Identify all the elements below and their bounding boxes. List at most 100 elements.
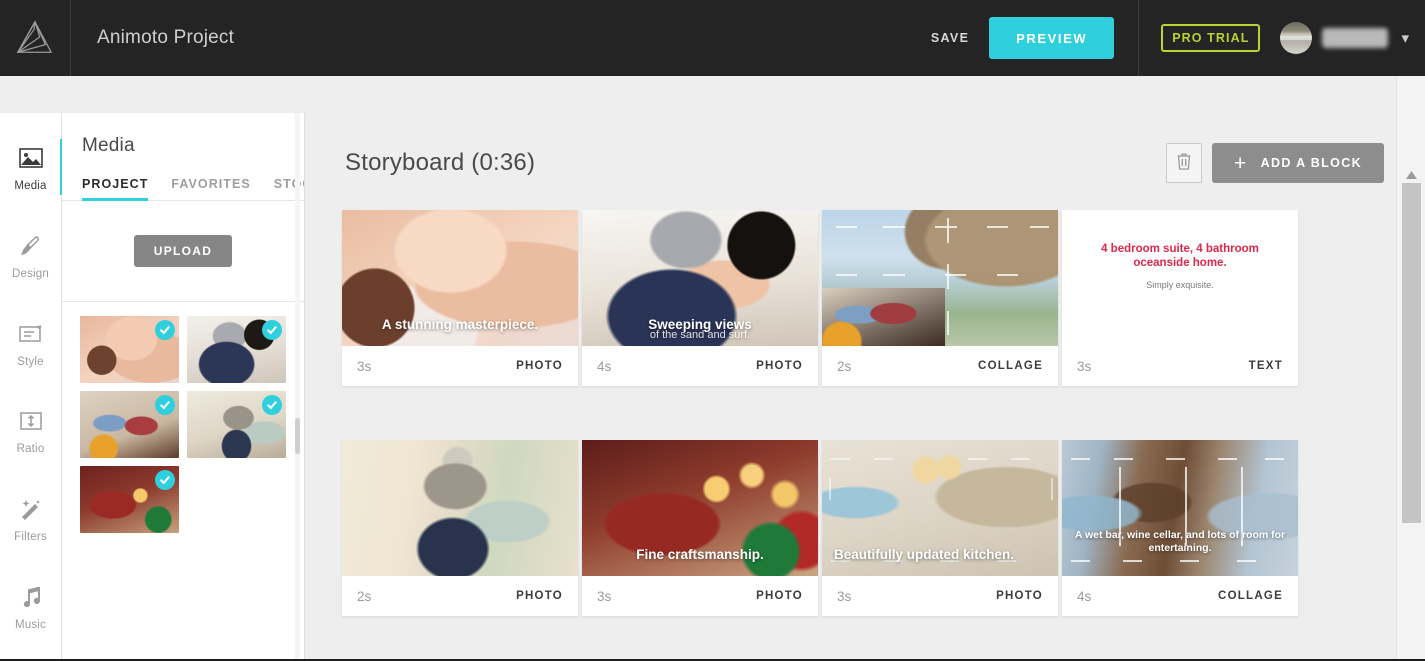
music-note-icon <box>20 582 42 612</box>
card-caption: A wet bar, wine cellar, and lots of room… <box>1074 529 1286 554</box>
add-a-block-label: ADD A BLOCK <box>1260 156 1362 170</box>
card-footer: 4s PHOTO <box>582 346 818 386</box>
image-icon <box>18 143 43 173</box>
upload-section: UPLOAD <box>62 201 304 302</box>
card-type: COLLAGE <box>978 360 1043 372</box>
animoto-editor: Animoto Project SAVE PREVIEW PRO TRIAL ▾ <box>0 0 1425 661</box>
checkmark-icon <box>262 320 282 340</box>
storyboard-card[interactable]: A wet bar, wine cellar, and lots of room… <box>1062 440 1298 616</box>
sidebar-item-label: Media <box>14 180 47 193</box>
card-subcaption: Simply exquisite. <box>1146 280 1214 290</box>
sidebar-item-label: Style <box>17 355 44 368</box>
card-preview: Beautifully updated kitchen. <box>822 440 1058 576</box>
sidebar-item-music[interactable]: Music <box>0 573 62 639</box>
storyboard-card[interactable]: 2s PHOTO <box>342 440 578 616</box>
card-duration: 3s <box>1077 358 1092 374</box>
card-duration: 4s <box>597 358 612 374</box>
sidebar-item-label: Ratio <box>16 443 45 456</box>
sidebar-item-label: Filters <box>14 531 47 544</box>
checkmark-icon <box>155 320 175 340</box>
magic-wand-icon <box>18 494 44 524</box>
page-title: Storyboard (0:36) <box>345 149 536 176</box>
storyboard-canvas: Storyboard (0:36) + ADD A BLOCK A stunni… <box>306 113 1396 661</box>
storyboard-card[interactable]: 4 bedroom suite, 4 bathroom oceanside ho… <box>1062 210 1298 386</box>
checkmark-icon <box>155 470 175 490</box>
tab-favorites[interactable]: FAVORITES <box>171 177 250 200</box>
upload-button[interactable]: UPLOAD <box>134 235 232 267</box>
card-duration: 2s <box>357 588 372 604</box>
delete-button[interactable] <box>1165 143 1202 183</box>
card-preview: Sweeping views of the sand and surf. <box>582 210 818 346</box>
brush-icon <box>19 231 43 261</box>
aspect-ratio-icon <box>19 406 43 436</box>
storyboard-card[interactable]: Beautifully updated kitchen. 3s PHOTO <box>822 440 1058 616</box>
tab-stock[interactable]: STOCK <box>274 177 304 200</box>
page-scrollbar[interactable] <box>1396 76 1425 661</box>
card-type: PHOTO <box>756 590 803 602</box>
media-panel-scrollbar-thumb[interactable] <box>295 418 300 454</box>
tool-rail: Media Design Style Ratio Filters Music <box>0 113 63 661</box>
card-caption: Fine craftsmanship. <box>636 547 764 563</box>
sidebar-item-design[interactable]: Design <box>0 223 62 289</box>
checkmark-icon <box>155 395 175 415</box>
media-thumbnail[interactable] <box>187 391 286 458</box>
sidebar-item-filters[interactable]: Filters <box>0 486 62 552</box>
card-type: PHOTO <box>516 360 563 372</box>
top-bar-actions: SAVE PREVIEW PRO TRIAL ▾ <box>917 0 1425 76</box>
tab-project[interactable]: PROJECT <box>82 177 149 201</box>
card-footer: 2s PHOTO <box>342 576 578 616</box>
card-type: PHOTO <box>996 590 1043 602</box>
scroll-up-arrow-icon[interactable] <box>1402 168 1421 182</box>
page-scrollbar-thumb[interactable] <box>1402 183 1421 523</box>
media-thumbnail[interactable] <box>80 391 179 458</box>
sidebar-item-style[interactable]: Style <box>0 310 62 376</box>
text-slide: 4 bedroom suite, 4 bathroom oceanside ho… <box>1062 210 1298 346</box>
save-button[interactable]: SAVE <box>917 31 983 45</box>
sidebar-item-label: Design <box>12 268 49 280</box>
card-preview: Fine craftsmanship. <box>582 440 818 576</box>
storyboard-card[interactable]: A stunning masterpiece. 3s PHOTO <box>342 210 578 386</box>
user-avatar[interactable] <box>1280 22 1313 54</box>
media-panel-scrollbar[interactable] <box>295 113 300 661</box>
card-duration: 4s <box>1077 588 1092 604</box>
card-preview: A stunning masterpiece. <box>342 210 578 346</box>
storyboard-card[interactable]: Sweeping views of the sand and surf. 4s … <box>582 210 818 386</box>
media-thumbnail-grid <box>62 302 304 533</box>
card-type: PHOTO <box>756 360 803 372</box>
card-footer: 3s PHOTO <box>342 346 578 386</box>
card-footer: 4s COLLAGE <box>1062 576 1298 616</box>
storyboard-actions: + ADD A BLOCK <box>1165 143 1384 183</box>
sidebar-item-label: Music <box>14 618 47 631</box>
trash-icon <box>1177 152 1191 175</box>
card-footer: 3s PHOTO <box>822 576 1058 616</box>
animoto-logo-icon[interactable] <box>0 0 71 76</box>
card-type: PHOTO <box>516 590 563 602</box>
card-subcaption: of the sand and surf. <box>649 329 751 342</box>
card-preview <box>342 440 578 576</box>
username-label <box>1322 28 1389 48</box>
add-a-block-button[interactable]: + ADD A BLOCK <box>1211 143 1384 183</box>
media-thumbnail[interactable] <box>187 316 286 383</box>
card-caption: 4 bedroom suite, 4 bathroom oceanside ho… <box>1101 243 1259 270</box>
project-title: Animoto Project <box>97 27 235 48</box>
storyboard-card[interactable]: Fine craftsmanship. 3s PHOTO <box>582 440 818 616</box>
pro-trial-badge[interactable]: PRO TRIAL <box>1161 24 1261 52</box>
workspace: Media Design Style Ratio Filters Music M… <box>0 76 1425 661</box>
card-caption: Beautifully updated kitchen. <box>834 547 1015 563</box>
card-type: TEXT <box>1248 360 1283 372</box>
card-duration: 3s <box>837 588 852 604</box>
storyboard-header: Storyboard (0:36) + ADD A BLOCK <box>306 113 1396 183</box>
preview-button[interactable]: PREVIEW <box>989 17 1115 59</box>
card-preview: 4 bedroom suite, 4 bathroom oceanside ho… <box>1062 210 1298 346</box>
card-preview <box>822 210 1058 346</box>
media-thumbnail[interactable] <box>80 466 179 533</box>
top-bar: Animoto Project SAVE PREVIEW PRO TRIAL ▾ <box>0 0 1425 76</box>
chevron-down-icon[interactable]: ▾ <box>1401 31 1409 46</box>
card-type: COLLAGE <box>1218 590 1283 602</box>
sidebar-item-media[interactable]: Media <box>0 135 63 201</box>
media-thumbnail[interactable] <box>80 316 179 383</box>
storyboard-card[interactable]: 2s COLLAGE <box>822 210 1058 386</box>
account-area: PRO TRIAL ▾ <box>1139 22 1425 54</box>
sidebar-item-ratio[interactable]: Ratio <box>0 398 62 464</box>
media-panel: Media PROJECT FAVORITES STOCK UPLOAD <box>62 113 305 661</box>
